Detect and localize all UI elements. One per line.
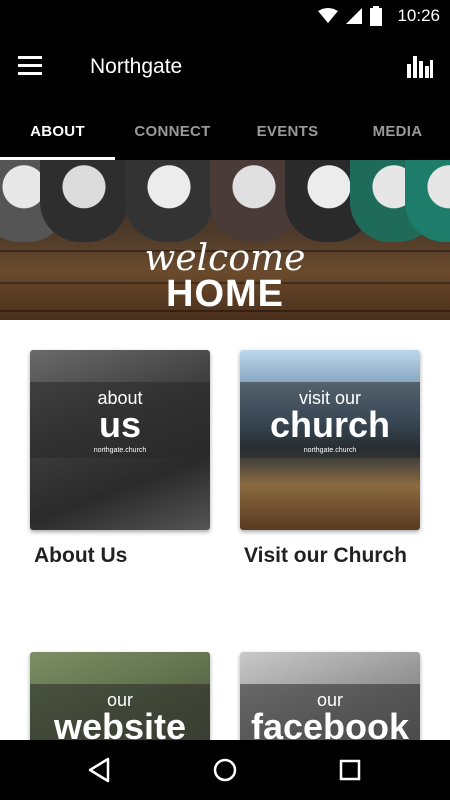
card-big-text: us bbox=[98, 404, 141, 445]
tab-media[interactable]: MEDIA bbox=[345, 102, 450, 160]
tab-bar: ABOUT CONNECT EVENTS MEDIA bbox=[0, 102, 450, 160]
back-icon[interactable] bbox=[84, 754, 116, 786]
visit-church-card[interactable]: visit our church northgate.church bbox=[240, 350, 420, 530]
recents-icon[interactable] bbox=[334, 754, 366, 786]
sneaker-image bbox=[125, 160, 213, 242]
status-bar: 10:26 bbox=[0, 0, 450, 32]
about-us-card[interactable]: about us northgate.church bbox=[30, 350, 210, 530]
card-big-text: church bbox=[269, 404, 391, 445]
tab-connect[interactable]: CONNECT bbox=[115, 102, 230, 160]
tab-about[interactable]: ABOUT bbox=[0, 102, 115, 160]
sneaker-image bbox=[40, 160, 128, 242]
app-bar: Northgate bbox=[0, 32, 450, 102]
card-brand-text: northgate.church bbox=[303, 447, 357, 454]
status-icons bbox=[318, 6, 382, 26]
home-icon[interactable] bbox=[209, 754, 241, 786]
app-title: Northgate bbox=[90, 55, 183, 78]
banner-home-text: HOME bbox=[166, 273, 284, 315]
wifi-icon bbox=[318, 8, 338, 23]
bar-chart-icon[interactable] bbox=[406, 52, 434, 80]
system-nav-bar bbox=[0, 740, 450, 800]
welcome-banner: welcome HOME bbox=[0, 160, 450, 320]
status-time: 10:26 bbox=[397, 6, 440, 25]
cell-signal-icon bbox=[346, 8, 362, 24]
visit-church-label[interactable]: Visit our Church bbox=[244, 544, 407, 568]
hamburger-menu-icon[interactable] bbox=[18, 53, 52, 81]
battery-icon bbox=[370, 6, 382, 26]
about-us-label[interactable]: About Us bbox=[34, 544, 127, 568]
card-brand-text: northgate.church bbox=[93, 447, 147, 454]
tab-events[interactable]: EVENTS bbox=[230, 102, 345, 160]
